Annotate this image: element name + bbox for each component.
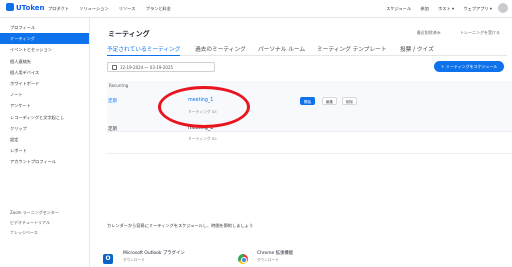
meeting-2-type: 定期	[108, 127, 117, 132]
outlook-plugin-name: Microsoft Outlook プラグイン	[123, 251, 185, 256]
delete-meeting-button[interactable]: 削除	[342, 97, 357, 105]
nav-schedule[interactable]: スケジュール	[386, 6, 411, 11]
recurring-label: Recurring	[109, 83, 129, 88]
meeting-1-type: 定期	[108, 99, 117, 104]
highlight-annotation-ellipse	[158, 86, 250, 128]
chrome-icon	[238, 254, 248, 264]
tab-polls[interactable]: 投票 / クイズ	[400, 44, 434, 53]
tab-upcoming[interactable]: 予定されているミーティング	[107, 44, 181, 56]
tab-previous[interactable]: 過去のミーティング	[195, 44, 246, 53]
nav-web-app[interactable]: ウェブアプリ ▾	[463, 6, 492, 11]
sidebar-item-clips[interactable]: クリップ	[0, 123, 89, 134]
meeting-tabs: 予定されているミーティング 過去のミーティング パーソナル ルーム ミーティング…	[107, 44, 507, 56]
outlook-plugin-card: Microsoft Outlook プラグイン ダウンロード	[123, 250, 185, 263]
nav-product[interactable]: プロダクト	[48, 6, 69, 11]
nav-solutions[interactable]: ソリューション	[79, 6, 108, 11]
nav-pricing[interactable]: プランと料金	[146, 6, 171, 11]
logo-icon	[6, 3, 14, 11]
nav-join[interactable]: 参加	[420, 6, 428, 11]
brand-logo[interactable]: UToken	[6, 3, 45, 12]
sidebar-item-notes[interactable]: ノート	[0, 89, 89, 100]
sidebar-item-devices[interactable]: 個人用デバイス	[0, 67, 89, 78]
primary-nav: プロダクト ソリューション リソース プランと料金	[48, 6, 180, 12]
knowledge-base-link[interactable]: ナレッジベース	[10, 228, 59, 238]
edit-meeting-button[interactable]: 編集	[322, 97, 337, 105]
outlook-download-link[interactable]: ダウンロード	[123, 258, 185, 263]
calendar-promo-text: カレンダーから容易にミーティングをスケジュールし、時間を節約しましょう	[107, 223, 254, 228]
row-divider	[107, 131, 512, 132]
main-content: ミーティング 最近削除済み トレーニングを受ける 予定されているミーティング 過…	[90, 18, 512, 267]
chrome-extension-card: Chrome 拡張機能 ダウンロード	[257, 250, 293, 263]
nav-resources[interactable]: リソース	[119, 6, 136, 11]
nav-host[interactable]: ホスト ▾	[438, 6, 454, 11]
sidebar-item-recordings[interactable]: レコーディングと文字起こし	[0, 112, 89, 123]
sidebar-footer-links: Zoom ラーニングセンター ビデオチュートリアル ナレッジベース	[10, 208, 59, 238]
sidebar: プロフィール ミーティング イベントとセッション 個人連絡先 個人用デバイス ホ…	[0, 18, 90, 267]
sidebar-item-settings[interactable]: 設定	[0, 134, 89, 145]
sidebar-item-surveys[interactable]: アンケート	[0, 100, 89, 111]
calendar-icon	[112, 65, 117, 70]
video-tutorials-link[interactable]: ビデオチュートリアル	[10, 218, 59, 228]
row-divider	[107, 153, 512, 154]
secondary-nav: スケジュール 参加 ホスト ▾ ウェブアプリ ▾	[378, 6, 492, 12]
sidebar-item-account-profile[interactable]: アカウントプロフィール	[0, 156, 89, 167]
chrome-extension-name: Chrome 拡張機能	[257, 251, 294, 256]
learning-center-link[interactable]: Zoom ラーニングセンター	[10, 208, 59, 218]
tab-templates[interactable]: ミーティング テンプレート	[317, 44, 387, 53]
date-range-picker[interactable]: 12-19-2024 ～ 03-19-2025	[107, 62, 215, 72]
start-meeting-button[interactable]: 開始	[300, 97, 315, 105]
sidebar-item-whiteboard[interactable]: ホワイトボード	[0, 78, 89, 89]
sidebar-item-reports[interactable]: レポート	[0, 145, 89, 156]
sidebar-item-events[interactable]: イベントとセッション	[0, 44, 89, 55]
top-navigation-bar: UToken プロダクト ソリューション リソース プランと料金 スケジュール …	[0, 0, 512, 18]
training-link[interactable]: トレーニングを受ける	[460, 30, 500, 35]
tab-personal-room[interactable]: パーソナル ルーム	[258, 44, 305, 53]
outlook-icon: O	[103, 254, 113, 264]
sidebar-item-contacts[interactable]: 個人連絡先	[0, 56, 89, 67]
sidebar-item-profile[interactable]: プロフィール	[0, 22, 89, 33]
date-range-text: 12-19-2024 ～ 03-19-2025	[120, 65, 174, 71]
user-avatar[interactable]	[498, 3, 508, 13]
page-title: ミーティング	[108, 30, 150, 38]
recently-deleted-link[interactable]: 最近削除済み	[417, 30, 441, 35]
schedule-meeting-button[interactable]: ＋ ミーティングをスケジュール	[434, 61, 504, 72]
sidebar-item-meetings[interactable]: ミーティング	[0, 33, 89, 45]
chrome-download-link[interactable]: ダウンロード	[257, 258, 293, 263]
top-links: 最近削除済み トレーニングを受ける	[399, 30, 500, 36]
meeting-2-id: ミーティング ID:	[188, 136, 218, 141]
